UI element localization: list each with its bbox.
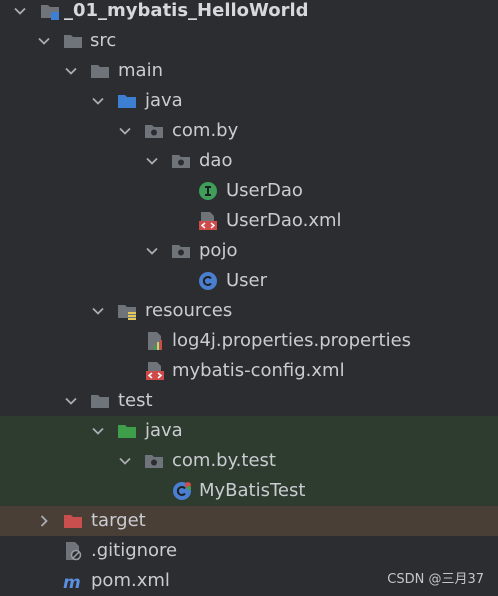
tree-item-mybatistest[interactable]: MyBatisTest	[0, 476, 498, 506]
excluded-folder-icon	[63, 511, 83, 531]
folder-icon	[90, 61, 110, 81]
properties-file-icon	[145, 331, 165, 351]
class-icon	[198, 271, 218, 291]
chevron-down-icon[interactable]	[90, 296, 106, 326]
tree-item-target[interactable]: target	[0, 506, 498, 536]
tree-item-mybatis-config-xml[interactable]: mybatis-config.xml	[0, 356, 498, 386]
tree-item-resources[interactable]: resources	[0, 296, 498, 326]
chevron-down-icon[interactable]	[117, 446, 133, 476]
tree-item-label: pojo	[199, 240, 238, 261]
test-class-icon	[172, 481, 192, 501]
tree-item-gitignore[interactable]: .gitignore	[0, 536, 498, 566]
test-source-root-folder-icon	[117, 421, 137, 441]
chevron-down-icon[interactable]	[12, 0, 28, 26]
tree-item-label: test	[118, 390, 153, 411]
chevron-down-icon[interactable]	[144, 146, 160, 176]
source-root-folder-icon	[117, 91, 137, 111]
tree-item-label: UserDao.xml	[226, 210, 342, 231]
tree-item-label: dao	[199, 150, 233, 171]
csdn-watermark: CSDN @三月37	[387, 572, 484, 587]
tree-item-label: pom.xml	[91, 570, 170, 591]
tree-item-label: target	[91, 510, 146, 531]
chevron-down-icon[interactable]	[90, 416, 106, 446]
tree-item-label: UserDao	[226, 180, 303, 201]
tree-item-label: log4j.properties.properties	[172, 330, 412, 351]
chevron-down-icon[interactable]	[63, 56, 79, 86]
tree-item-label: _01_mybatis_HelloWorld	[64, 0, 309, 21]
chevron-down-icon[interactable]	[90, 86, 106, 116]
tree-item-user[interactable]: User	[0, 266, 498, 296]
chevron-down-icon[interactable]	[63, 386, 79, 416]
gitignore-file-icon	[63, 541, 83, 561]
resources-folder-icon	[117, 301, 137, 321]
tree-item-label: src	[90, 30, 117, 51]
tree-item-label: com.by	[172, 120, 239, 141]
tree-item-test[interactable]: test	[0, 386, 498, 416]
package-icon	[144, 121, 164, 141]
tree-item-label: User	[226, 270, 268, 291]
tree-item-01-mybatis-helloworld[interactable]: _01_mybatis_HelloWorld	[0, 0, 498, 26]
tree-item-label: java	[145, 90, 183, 111]
tree-item-java[interactable]: java	[0, 86, 498, 116]
tree-item-dao[interactable]: dao	[0, 146, 498, 176]
tree-item-com-by[interactable]: com.by	[0, 116, 498, 146]
tree-item-label: main	[118, 60, 163, 81]
folder-icon	[63, 31, 83, 51]
chevron-down-icon[interactable]	[117, 116, 133, 146]
tree-item-userdao[interactable]: UserDao	[0, 176, 498, 206]
chevron-right-icon[interactable]	[36, 506, 52, 536]
tree-item-main[interactable]: main	[0, 56, 498, 86]
package-icon	[171, 241, 191, 261]
svg-text:m: m	[63, 573, 81, 591]
tree-item-label: mybatis-config.xml	[172, 360, 345, 381]
folder-icon	[90, 391, 110, 411]
tree-item-label: java	[145, 420, 183, 441]
interface-icon	[198, 181, 218, 201]
tree-item-pojo[interactable]: pojo	[0, 236, 498, 266]
tree-item-label: resources	[145, 300, 233, 321]
tree-item-log4j-properties-properties[interactable]: log4j.properties.properties	[0, 326, 498, 356]
maven-pom-icon: m	[63, 571, 83, 591]
xml-file-icon	[145, 361, 165, 381]
xml-file-icon	[198, 211, 218, 231]
package-icon	[171, 151, 191, 171]
chevron-down-icon[interactable]	[144, 236, 160, 266]
tree-item-label: .gitignore	[91, 540, 178, 561]
tree-item-com-by-test[interactable]: com.by.test	[0, 446, 498, 476]
chevron-down-icon[interactable]	[36, 26, 52, 56]
project-module-icon	[40, 1, 60, 21]
tree-item-label: MyBatisTest	[199, 480, 306, 501]
tree-item-label: com.by.test	[172, 450, 276, 471]
package-icon	[144, 451, 164, 471]
tree-item-java[interactable]: java	[0, 416, 498, 446]
tree-item-userdao-xml[interactable]: UserDao.xml	[0, 206, 498, 236]
project-tree: _01_mybatis_HelloWorldsrc main java com.by d…	[0, 0, 498, 595]
tree-item-src[interactable]: src	[0, 26, 498, 56]
